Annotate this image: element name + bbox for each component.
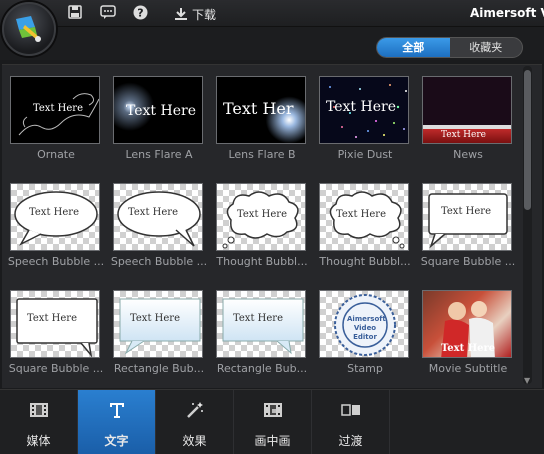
- app-logo-button[interactable]: [2, 2, 56, 56]
- nav-label: 过渡: [338, 434, 363, 448]
- film-icon: [30, 403, 48, 417]
- pip-icon: [264, 403, 282, 417]
- template-thumbnail: Text Here: [216, 183, 306, 251]
- template-thumbnail: Text Here: [10, 76, 100, 144]
- template-label: Stamp: [347, 362, 383, 375]
- template-label: Square Bubble ...: [8, 362, 104, 375]
- template-lens-flare-a[interactable]: Text Here Lens Flare A: [113, 76, 205, 161]
- tab-favorites[interactable]: 收藏夹: [450, 38, 523, 57]
- template-thought-bubble-2[interactable]: Text Here Thought Bubbl...: [319, 183, 411, 268]
- template-thumbnail: Text Here: [319, 183, 409, 251]
- download-button[interactable]: 下载: [174, 4, 216, 24]
- sample-text: Text Here: [441, 343, 496, 354]
- nav-media[interactable]: 媒体: [0, 390, 78, 454]
- template-label: Thought Bubbl...: [216, 255, 308, 268]
- sample-text: Text Here: [233, 313, 283, 324]
- save-icon[interactable]: [66, 5, 84, 23]
- download-label: 下载: [192, 7, 217, 22]
- template-thumbnail: Text Here: [113, 183, 203, 251]
- help-icon[interactable]: ?: [131, 5, 149, 23]
- app-title: Aimersoft V: [470, 6, 544, 20]
- nav-transitions[interactable]: 过渡: [312, 390, 390, 454]
- transition-icon: [341, 404, 360, 416]
- template-pixie-dust[interactable]: Text Here Pixie Dust: [319, 76, 411, 161]
- template-thumbnail: Text Here: [422, 183, 512, 251]
- nav-effects[interactable]: 效果: [156, 390, 234, 454]
- download-icon: [175, 8, 187, 20]
- logo-icon: [16, 16, 41, 42]
- sample-text: Text Here: [33, 103, 83, 114]
- nav-text[interactable]: 文字: [78, 390, 156, 454]
- template-rectangle-bubble-2[interactable]: Text Here Rectangle Bub...: [216, 290, 308, 375]
- feedback-icon[interactable]: [99, 5, 117, 23]
- nav-label: 效果: [182, 434, 207, 448]
- template-thumbnail: Aimersoft Video Editor: [319, 290, 409, 358]
- sample-text: Text Here: [126, 103, 196, 119]
- template-thumbnail: Text Here: [216, 290, 306, 358]
- template-thumbnail: Text Here: [113, 76, 203, 144]
- sample-text: Text Here: [128, 207, 178, 218]
- template-label: Square Bubble ...: [420, 255, 516, 268]
- nav-label: 媒体: [26, 434, 51, 448]
- sample-text: Text Here: [237, 209, 287, 220]
- template-grid: Text Here Ornate Text Here Lens Flare A …: [2, 64, 542, 388]
- template-thumbnail: Text Here: [10, 183, 100, 251]
- template-speech-bubble-1[interactable]: Text Here Speech Bubble ...: [8, 183, 104, 268]
- sample-text: Text Here: [336, 209, 386, 220]
- template-label: Speech Bubble ...: [110, 255, 208, 268]
- template-lens-flare-b[interactable]: Text Her Lens Flare B: [216, 76, 308, 161]
- nav-label: 画中画: [254, 434, 291, 448]
- svg-text:?: ?: [137, 7, 143, 20]
- template-thumbnail: Text Here: [10, 290, 100, 358]
- filter-tabs: 全部 收藏夹: [376, 37, 523, 58]
- template-thought-bubble-1[interactable]: Text Here Thought Bubbl...: [216, 183, 308, 268]
- top-bar: ? 下载 Aimersoft V 全部 收藏夹: [0, 0, 544, 60]
- sample-text: Text Here: [130, 313, 180, 324]
- template-label: News: [453, 148, 483, 161]
- template-speech-bubble-2[interactable]: Text Here Speech Bubble ...: [111, 183, 207, 268]
- template-ornate[interactable]: Text Here Ornate: [10, 76, 102, 161]
- template-label: Lens Flare A: [125, 148, 193, 161]
- sample-text: Text Here: [29, 207, 79, 218]
- scroll-down-icon[interactable]: ▼: [524, 376, 530, 385]
- template-label: Rectangle Bub...: [216, 362, 308, 375]
- template-label: Speech Bubble ...: [7, 255, 105, 268]
- template-label: Thought Bubbl...: [319, 255, 411, 268]
- nav-label: 文字: [104, 434, 129, 448]
- template-label: Lens Flare B: [228, 148, 296, 161]
- template-label: Movie Subtitle: [428, 362, 508, 375]
- template-label: Ornate: [37, 148, 75, 161]
- template-stamp[interactable]: Aimersoft Video Editor Stamp: [319, 290, 411, 375]
- tab-all[interactable]: 全部: [377, 38, 450, 57]
- template-square-bubble-2[interactable]: Text Here Square Bubble ...: [9, 290, 103, 375]
- template-news[interactable]: Text Here News: [422, 76, 514, 161]
- sample-text: Text Here: [326, 99, 396, 115]
- template-label: Rectangle Bub...: [113, 362, 205, 375]
- template-label: Pixie Dust: [337, 148, 393, 161]
- sample-text: Text Her: [223, 99, 294, 118]
- scrollbar-thumb[interactable]: [524, 70, 531, 210]
- vertical-scrollbar[interactable]: [523, 66, 532, 384]
- template-movie-subtitle[interactable]: Text Here Movie Subtitle: [422, 290, 514, 375]
- sample-text: Aimersoft Video Editor: [347, 315, 386, 341]
- template-thumbnail: Text Here: [319, 76, 409, 144]
- bottom-nav: 媒体 文字 效果 画中画 过渡: [0, 389, 544, 454]
- template-thumbnail: Text Here: [422, 290, 512, 358]
- sample-text: Text Here: [27, 313, 77, 324]
- template-thumbnail: Text Here: [422, 76, 512, 144]
- sample-text: Text Here: [441, 130, 486, 140]
- text-icon: [110, 403, 124, 418]
- template-thumbnail: Text Her: [216, 76, 306, 144]
- template-square-bubble-1[interactable]: Text Here Square Bubble ...: [421, 183, 515, 268]
- nav-pip[interactable]: 画中画: [234, 390, 312, 454]
- template-thumbnail: Text Here: [113, 290, 203, 358]
- template-rectangle-bubble-1[interactable]: Text Here Rectangle Bub...: [113, 290, 205, 375]
- sample-text: Text Here: [441, 206, 491, 217]
- magic-wand-icon: [187, 402, 203, 418]
